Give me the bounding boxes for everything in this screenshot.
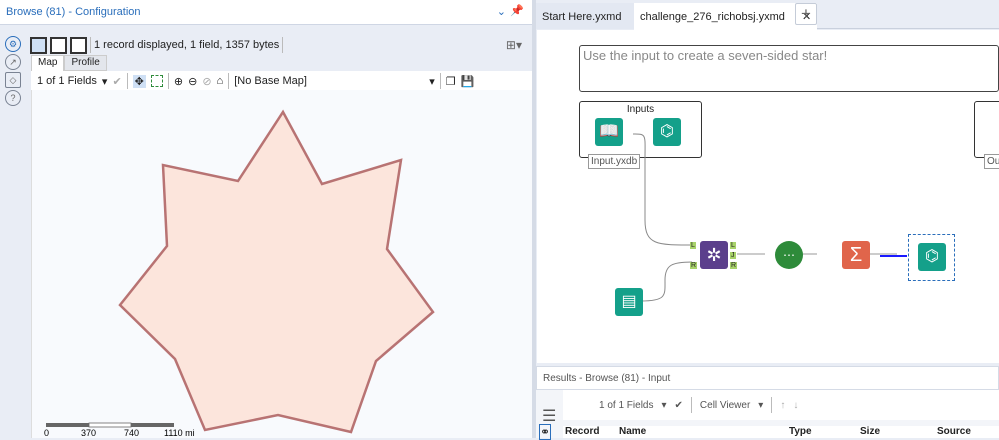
scale-label: 1110 mi xyxy=(164,428,195,438)
tab-challenge[interactable]: challenge_276_richobsj.yxmd ✕ xyxy=(634,3,818,30)
scale-label: 740 xyxy=(124,428,139,438)
results-table-header: Record Name Type Size Source xyxy=(563,426,999,438)
star-polygon[interactable] xyxy=(118,109,435,434)
map-layer: 0 370 740 1110 mi xyxy=(44,109,435,438)
join-anchor-j-out[interactable]: J xyxy=(730,252,736,259)
tab-label: challenge_276_richobsj.yxmd xyxy=(640,11,785,23)
results-title: Results - Browse (81) - Input xyxy=(536,366,999,390)
browse-tool-icon[interactable]: ⌬ xyxy=(653,118,681,146)
add-tab-button[interactable]: + xyxy=(795,3,817,25)
scale-label: 0 xyxy=(44,428,49,438)
dropdown-icon[interactable]: ▾ xyxy=(758,400,763,411)
divider xyxy=(771,397,773,413)
text-input-tool-icon[interactable]: ▤ xyxy=(615,288,643,316)
join-anchor-l-out[interactable]: L xyxy=(730,242,736,249)
fields-selector[interactable]: 1 of 1 Fields xyxy=(599,400,653,411)
poly-build-tool-icon[interactable]: ⋯ xyxy=(775,241,803,269)
arrow-down-icon[interactable]: ↓ xyxy=(793,400,798,411)
cell-viewer-select[interactable]: Cell Viewer xyxy=(700,400,750,411)
scale-label: 370 xyxy=(81,428,96,438)
column-header[interactable]: Size xyxy=(860,426,937,438)
join-anchor-r-out[interactable]: R xyxy=(730,262,738,269)
column-header[interactable]: Type xyxy=(789,426,860,438)
divider xyxy=(690,397,692,413)
results-toolbar: 1 of 1 Fields ▾ ✔ Cell Viewer ▾ ↑ ↓ xyxy=(563,390,999,420)
browse-tool-icon[interactable]: ⌬ xyxy=(918,243,946,271)
results-panel: Results - Browse (81) - Input 1 of 1 Fie… xyxy=(536,366,999,440)
arrow-up-icon[interactable]: ↑ xyxy=(780,400,785,411)
input-tool-icon[interactable]: 📖 xyxy=(595,118,623,146)
join-anchor-r[interactable]: R xyxy=(690,262,698,269)
dropdown-icon[interactable]: ▾ xyxy=(661,400,666,411)
join-tool-icon[interactable]: ✲ xyxy=(700,241,728,269)
join-anchor-l[interactable]: L xyxy=(690,242,696,249)
check-icon[interactable]: ✔ xyxy=(675,400,683,411)
column-header[interactable]: Record xyxy=(563,426,619,438)
tab-label: Start Here.yxmd xyxy=(542,11,622,23)
connections xyxy=(632,133,907,302)
column-header[interactable]: Name xyxy=(619,426,789,438)
column-header[interactable]: Source xyxy=(937,426,971,438)
table-view-icon[interactable]: ☰ xyxy=(542,406,556,426)
scale-bar: 0 370 740 1110 mi xyxy=(44,422,195,438)
summarize-tool-icon[interactable]: Σ xyxy=(842,241,870,269)
